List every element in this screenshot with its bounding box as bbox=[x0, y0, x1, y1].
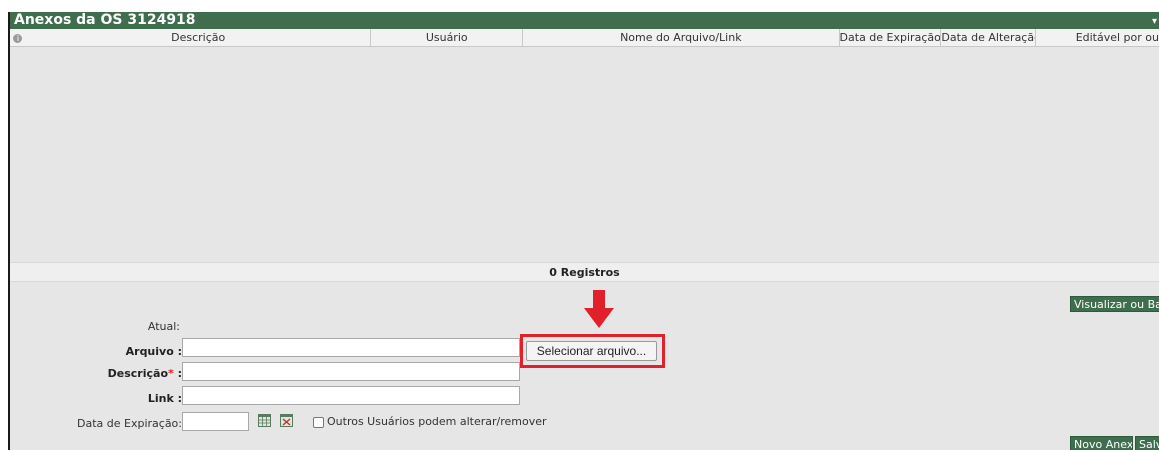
atual-label: Atual: bbox=[147, 320, 180, 333]
column-header-data-alteracao[interactable]: Data de Alteração bbox=[941, 29, 1037, 47]
window-control-icon[interactable]: ▾ bbox=[1152, 13, 1157, 30]
annotation-highlight-box bbox=[520, 334, 665, 368]
arquivo-label: Arquivo : bbox=[125, 345, 182, 358]
panel-title: Anexos da OS 3124918 bbox=[14, 12, 196, 28]
grid-body bbox=[10, 48, 1159, 262]
link-label: Link : bbox=[147, 392, 182, 405]
attachments-panel: Anexos da OS 3124918 ▾ i Descrição Usuár… bbox=[8, 12, 1159, 450]
column-header-usuario[interactable]: Usuário bbox=[371, 29, 524, 47]
new-attachment-button[interactable]: Novo Anexo bbox=[1070, 436, 1133, 450]
down-arrow-icon bbox=[584, 290, 614, 328]
data-expiracao-label: Data de Expiração: bbox=[77, 417, 182, 430]
view-download-button[interactable]: Visualizar ou Baixa bbox=[1070, 296, 1159, 312]
descricao-label-text: Descrição bbox=[107, 367, 168, 380]
column-info-icon[interactable]: i bbox=[10, 29, 26, 47]
records-count: 0 Registros bbox=[10, 262, 1159, 282]
calendar-clear-icon[interactable] bbox=[280, 414, 293, 427]
descricao-label: Descrição* : bbox=[10, 367, 182, 380]
column-header-nome-arquivo[interactable]: Nome do Arquivo/Link bbox=[523, 29, 840, 47]
column-header-data-expiracao[interactable]: Data de Expiração bbox=[840, 29, 942, 47]
grid-header: i Descrição Usuário Nome do Arquivo/Link… bbox=[10, 29, 1159, 47]
link-field[interactable] bbox=[182, 386, 520, 405]
arquivo-field[interactable] bbox=[182, 338, 520, 357]
column-header-descricao[interactable]: Descrição bbox=[26, 29, 372, 47]
panel-titlebar: Anexos da OS 3124918 ▾ bbox=[10, 12, 1159, 29]
descricao-field[interactable] bbox=[182, 362, 520, 381]
outros-usuarios-checkbox[interactable] bbox=[313, 417, 324, 428]
calendar-icon[interactable] bbox=[258, 414, 271, 427]
data-expiracao-field[interactable] bbox=[182, 412, 249, 431]
save-button[interactable]: Salva bbox=[1135, 436, 1159, 450]
column-header-editavel[interactable]: Editável por ou bbox=[1036, 29, 1159, 47]
outros-usuarios-label: Outros Usuários podem alterar/remover bbox=[327, 415, 547, 428]
descricao-label-colon: : bbox=[173, 367, 182, 380]
